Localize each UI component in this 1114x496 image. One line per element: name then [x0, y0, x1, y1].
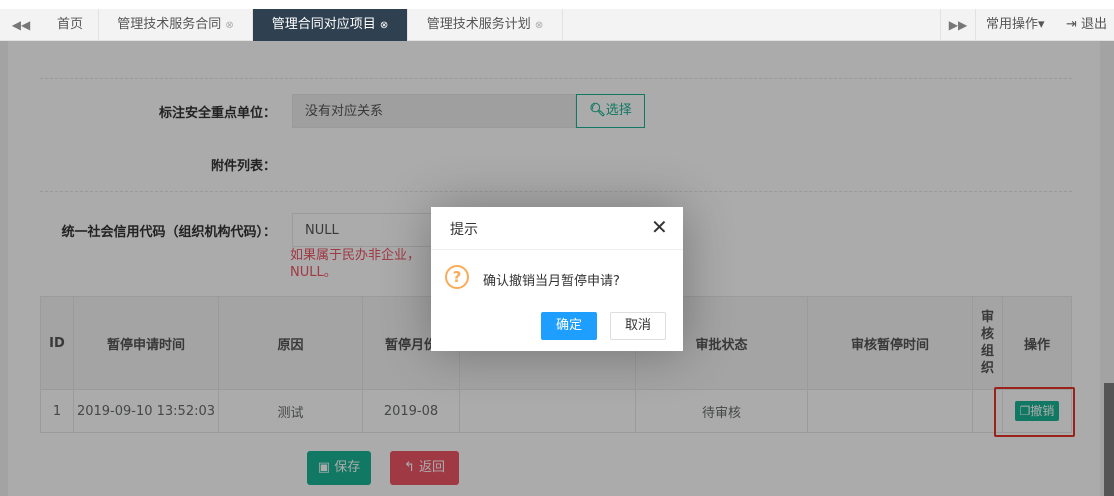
- tab-close-icon[interactable]: ⊗: [535, 20, 543, 31]
- common-operations-dropdown[interactable]: 常用操作▾: [986, 9, 1045, 41]
- tab-close-icon[interactable]: ⊗: [225, 20, 233, 31]
- tab-close-icon[interactable]: ⊗: [380, 20, 388, 31]
- tab-label: 管理合同对应项目: [271, 17, 376, 32]
- dialog-title: 提示: [450, 222, 478, 238]
- cancel-button[interactable]: 取消: [610, 312, 666, 340]
- tab-label: 首页: [56, 17, 83, 32]
- tab-label: 管理技术服务计划: [426, 17, 531, 32]
- dialog-header: 提示 ✕: [431, 207, 683, 250]
- logout-label: 退出: [1081, 17, 1108, 32]
- common-ops-label: 常用操作▾: [986, 17, 1045, 32]
- logout-icon: ⇥: [1066, 17, 1077, 32]
- scroll-left-icon[interactable]: ◀◀: [0, 9, 42, 41]
- dialog-message: 确认撤销当月暂停申请?: [483, 274, 620, 289]
- confirm-button[interactable]: 确定: [541, 312, 597, 340]
- tab-manage-contract-project[interactable]: 管理合同对应项目 ⊗: [253, 9, 408, 41]
- tab-label: 管理技术服务合同: [117, 17, 222, 32]
- tab-bar: ◀◀ 首页 管理技术服务合同 ⊗ 管理合同对应项目 ⊗ 管理技术服务计划 ⊗ ▶▶ 常…: [0, 0, 1114, 41]
- question-icon: ?: [445, 265, 469, 289]
- close-icon[interactable]: ✕: [651, 215, 668, 239]
- tab-home[interactable]: 首页: [42, 9, 99, 41]
- confirm-dialog: 提示 ✕ ? 确认撤销当月暂停申请? 确定 取消: [431, 207, 683, 351]
- scrollbar[interactable]: [1104, 383, 1114, 496]
- tab-manage-contract[interactable]: 管理技术服务合同 ⊗: [99, 9, 253, 41]
- scroll-right-icon[interactable]: ▶▶: [940, 9, 976, 41]
- logout-button[interactable]: ⇥ 退出: [1066, 9, 1107, 41]
- tab-manage-service-plan[interactable]: 管理技术服务计划 ⊗: [408, 9, 563, 41]
